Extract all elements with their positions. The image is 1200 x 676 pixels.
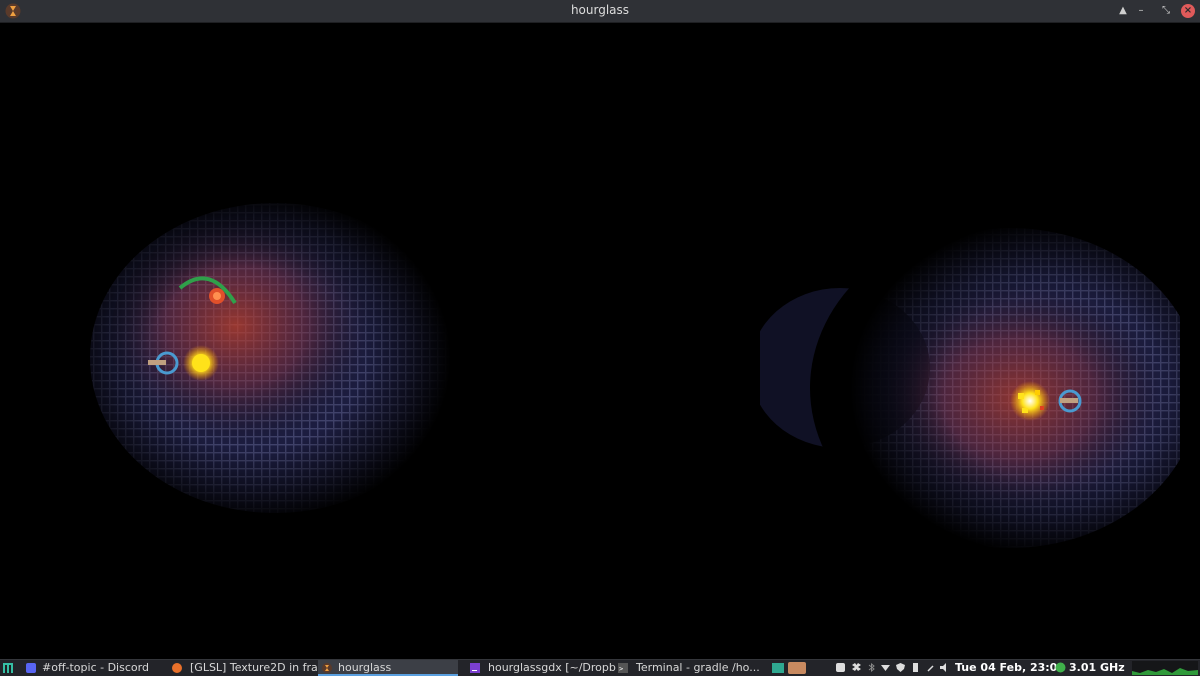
- task-terminal[interactable]: > Terminal - gradle /ho...: [616, 660, 766, 676]
- task-label: hourglassgdx [~/Dropbox...: [488, 661, 616, 674]
- svg-text:>: >: [619, 665, 623, 673]
- left-room: [85, 188, 485, 538]
- task-intellij[interactable]: hourglassgdx [~/Dropbox...: [466, 660, 616, 676]
- task-label: [GLSL] Texture2D in frag...: [190, 661, 318, 674]
- green-app-icon[interactable]: [772, 663, 784, 673]
- terminal-icon: >: [618, 663, 628, 673]
- taskbar: #off-topic - Discord [GLSL] Texture2D in…: [0, 659, 1200, 676]
- game-viewport[interactable]: [0, 23, 1200, 659]
- discord-icon: [26, 663, 36, 673]
- yellow-explosion: [1010, 381, 1050, 421]
- discord-tray-icon[interactable]: [836, 663, 845, 672]
- window-title: hourglass: [570, 3, 630, 17]
- intellij-icon: [470, 663, 480, 673]
- hourglass-app-icon: [322, 663, 332, 673]
- cpu-frequency: 3.01 GHz: [1069, 661, 1125, 674]
- minimize-icon[interactable]: –: [1133, 3, 1149, 19]
- clock-text: Tue 04 Feb, 23:02: [955, 661, 1065, 674]
- shield-icon[interactable]: [896, 663, 905, 672]
- app-menu-icon[interactable]: [3, 663, 13, 673]
- restore-icon[interactable]: ⤡: [1158, 3, 1174, 19]
- close-icon[interactable]: ×: [1181, 4, 1195, 18]
- window-titlebar[interactable]: hourglass ▲ – ⤡ ×: [0, 0, 1200, 23]
- cpu-icon: [1055, 662, 1066, 673]
- task-firefox[interactable]: [GLSL] Texture2D in frag...: [168, 660, 318, 676]
- task-label: hourglass: [338, 661, 392, 674]
- avatar[interactable]: [788, 662, 806, 674]
- task-hourglass[interactable]: hourglass: [318, 660, 458, 676]
- task-discord[interactable]: #off-topic - Discord: [22, 660, 162, 676]
- bluetooth-icon[interactable]: [867, 663, 876, 672]
- cpu-graph: [1132, 661, 1198, 675]
- clip-icon[interactable]: [926, 663, 935, 672]
- volume-icon[interactable]: [940, 663, 949, 672]
- dropbox-icon[interactable]: [852, 663, 861, 672]
- battery-icon[interactable]: [911, 663, 920, 672]
- task-label: Terminal - gradle /ho...: [636, 661, 760, 674]
- eject-icon[interactable]: ▲: [1115, 3, 1131, 19]
- clock[interactable]: Tue 04 Feb, 23:02: [955, 660, 1070, 676]
- firefox-icon: [172, 663, 182, 673]
- task-label: #off-topic - Discord: [42, 661, 149, 674]
- right-room: [760, 218, 1180, 568]
- wifi-icon[interactable]: [881, 663, 890, 672]
